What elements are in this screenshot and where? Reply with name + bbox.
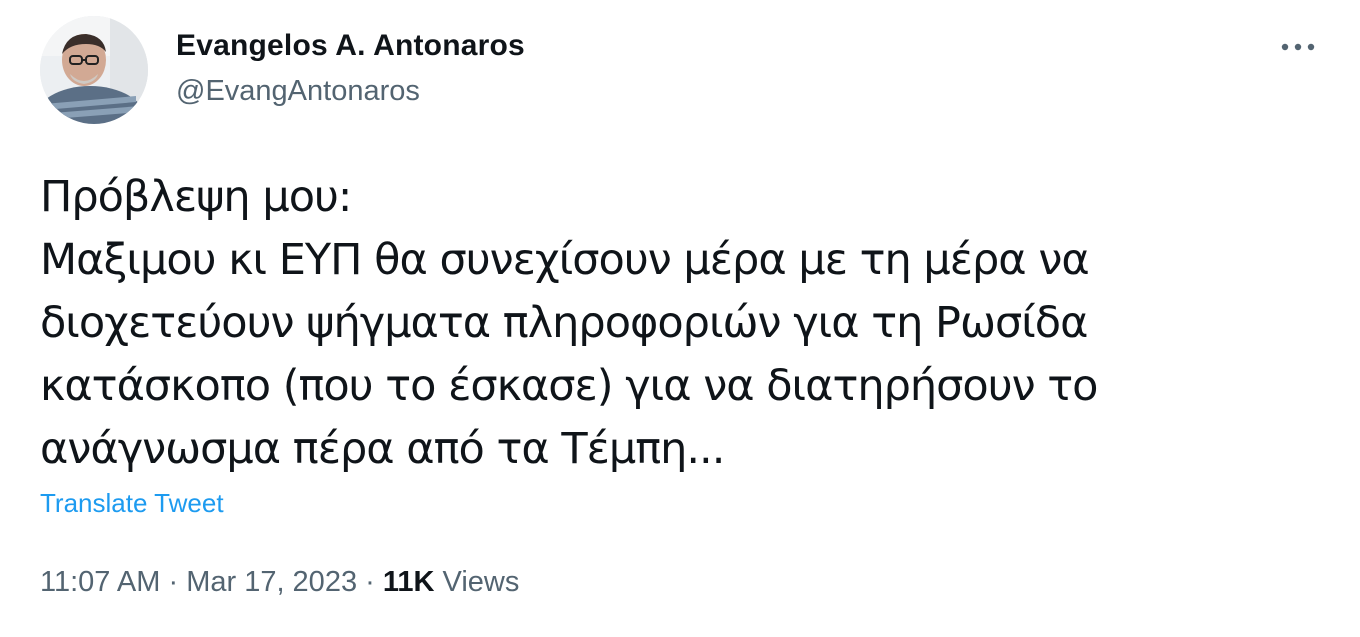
tweet-text-line: διοχετεύουν ψήγματα πληροφοριών για τη Ρ… <box>40 298 1088 348</box>
tweet-text-line: κατάσκοπο (που το έσκασε) για να διατηρή… <box>40 361 1098 411</box>
tweet-meta: 11:07 AM · Mar 17, 2023 · 11K Views <box>40 564 519 600</box>
avatar-image <box>40 16 148 124</box>
avatar[interactable] <box>40 16 148 124</box>
views-count: 11K <box>382 566 435 598</box>
tweet-date[interactable]: Mar 17, 2023 <box>186 566 357 598</box>
tweet-text-line: Μαξιμου κι ΕΥΠ θα συνεχίσουν μέρα με τη … <box>40 235 1090 285</box>
views-label: Views <box>442 566 520 598</box>
tweet-card: Evangelos A. Antonaros @EvangAntonaros Π… <box>0 0 1360 637</box>
tweet-time[interactable]: 11:07 AM <box>40 566 160 598</box>
meta-separator: · <box>365 566 375 598</box>
more-button[interactable] <box>1276 30 1320 64</box>
tweet-text-line: ανάγνωσμα πέρα από τα Τέμπη... <box>40 424 725 474</box>
translate-tweet-link[interactable]: Translate Tweet <box>40 486 224 520</box>
more-horizontal-icon <box>1281 43 1315 51</box>
tweet-text-line: Πρόβλεψη μου: <box>40 172 352 222</box>
display-name[interactable]: Evangelos A. Antonaros <box>176 28 525 64</box>
tweet-text: Πρόβλεψη μου: Μαξιμου κι ΕΥΠ θα συνεχίσο… <box>40 166 1330 481</box>
meta-separator: · <box>168 566 179 598</box>
views-label <box>434 566 442 598</box>
user-handle[interactable]: @EvangAntonaros <box>176 74 525 108</box>
author-block: Evangelos A. Antonaros @EvangAntonaros <box>176 28 525 108</box>
